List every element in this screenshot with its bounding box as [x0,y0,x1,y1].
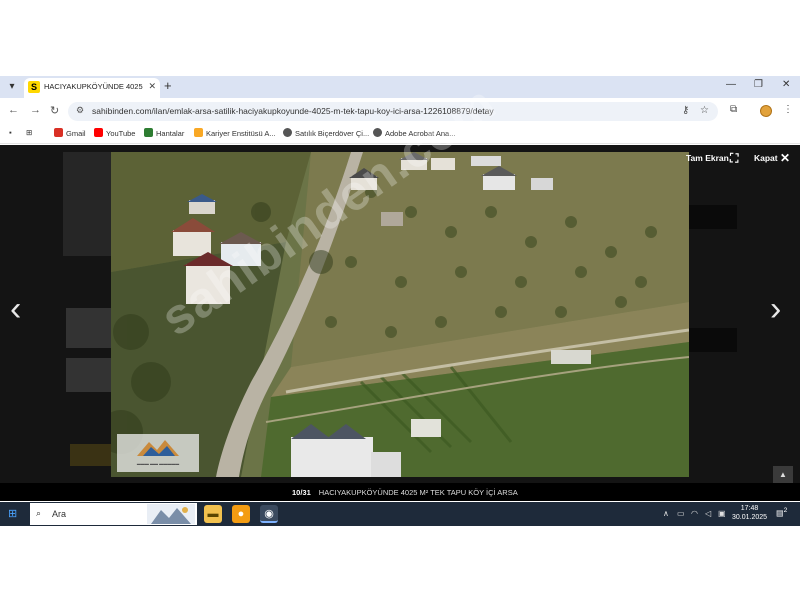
search-highlight-art-icon [147,504,195,524]
restore-icon[interactable]: ❐ [754,79,763,90]
reload-icon[interactable]: ↻ [50,104,59,117]
browser-app-icon[interactable]: ● [232,505,250,523]
battery-icon[interactable]: ▭ [677,509,685,518]
minimize-icon[interactable]: — [726,79,736,90]
mountain-logo-icon [137,440,179,456]
sahibinden-favicon-icon: S [28,81,40,93]
bookmark-gmail[interactable]: Gmail [54,128,86,138]
background-thumbnail [66,308,111,348]
gmail-icon [54,128,63,137]
photo-counter: 10/31 [292,488,311,497]
taskbar-clock[interactable]: 17:48 30.01.2025 [732,504,767,522]
background-block [689,205,737,229]
kariyer-icon [194,128,203,137]
bookmark-kariyer[interactable]: Kariyer Enstitüsü A... [194,128,276,138]
close-label[interactable]: Kapat [754,153,778,163]
screen: ▾ S HACIYAKUPKÖYÜNDE 4025 M² TI ✕ + — ❐ … [0,0,800,600]
chrome-icon[interactable]: ◉ [260,505,278,523]
back-icon[interactable]: ← [8,104,19,116]
bookmark-folder-icon[interactable]: ▪ [9,128,12,137]
tab-title: HACIYAKUPKÖYÜNDE 4025 M² TI [44,82,144,91]
network-icon[interactable]: ◠ [691,509,698,518]
file-explorer-icon[interactable]: ▬ [204,505,222,523]
browser-tab[interactable]: S HACIYAKUPKÖYÜNDE 4025 M² TI ✕ [24,78,160,98]
clock-time: 17:48 [740,505,759,512]
bookmark-bicerdover[interactable]: Satılık Biçerdöver Çi... [283,128,369,138]
scroll-top-button[interactable]: ▲ [773,466,793,484]
tray-chevron-icon[interactable]: ∧ [663,509,669,518]
youtube-icon [94,128,103,137]
prev-photo-arrow[interactable]: ‹ [10,292,21,326]
clock-date: 30.01.2025 [732,514,768,521]
lightbox-close-icon[interactable]: ✕ [780,152,790,164]
fullscreen-label[interactable]: Tam Ekran [686,153,729,163]
globe-icon [283,128,292,137]
next-photo-arrow[interactable]: › [770,292,781,326]
bookmark-star-icon[interactable]: ☆ [700,105,709,116]
password-key-icon[interactable]: ⚷ [682,105,689,116]
menu-kebab-icon[interactable]: ⋮ [783,104,793,115]
extensions-icon[interactable]: ⧉ [730,104,737,115]
photo-caption-text: HACIYAKUPKÖYÜNDE 4025 M² TEK TAPU KÖY İÇ… [318,488,518,497]
new-tab-button[interactable]: + [164,79,172,93]
profile-avatar[interactable] [760,105,772,117]
bookmark-hantalar[interactable]: Hantalar [144,128,184,138]
background-button [70,444,111,466]
notification-count: 2 [783,507,788,514]
site-info-icon[interactable]: ⚙ [76,105,84,116]
photo-caption: 10/31 HACIYAKUPKÖYÜNDE 4025 M² TEK TAPU K… [292,488,518,497]
agency-logo: ▬▬▬ ▬▬ ▬▬▬▬▬ [117,434,199,472]
volume-icon[interactable]: ◁ [705,509,711,518]
globe-icon [373,128,382,137]
taskbar-search-placeholder: Ara [52,509,67,519]
tab-close-icon[interactable]: ✕ [148,81,156,92]
bookmark-youtube[interactable]: YouTube [94,128,135,138]
background-block [689,328,737,352]
background-thumbnail [63,152,111,256]
notifications-icon[interactable]: ▤2 [776,507,787,518]
forward-icon[interactable]: → [30,104,41,116]
window-close-icon[interactable]: ✕ [782,79,790,90]
windows-start-icon[interactable]: ⊞ [8,507,17,520]
hantalar-icon [144,128,153,137]
tab-search-chevron-icon[interactable]: ▾ [4,79,20,95]
address-bar[interactable]: ⚙ sahibinden.com/ilan/emlak-arsa-satilik… [68,102,718,121]
apps-grid-icon[interactable]: ⊞ [26,128,32,137]
background-thumbnail [66,358,111,392]
display-icon[interactable]: ▣ [718,509,726,518]
agency-logo-text: ▬▬▬ ▬▬ ▬▬▬▬▬ [136,461,180,466]
fullscreen-icon[interactable]: ⛶ [730,152,738,164]
taskbar-search[interactable]: ⌕ Ara [30,503,197,525]
search-icon: ⌕ [36,508,42,518]
